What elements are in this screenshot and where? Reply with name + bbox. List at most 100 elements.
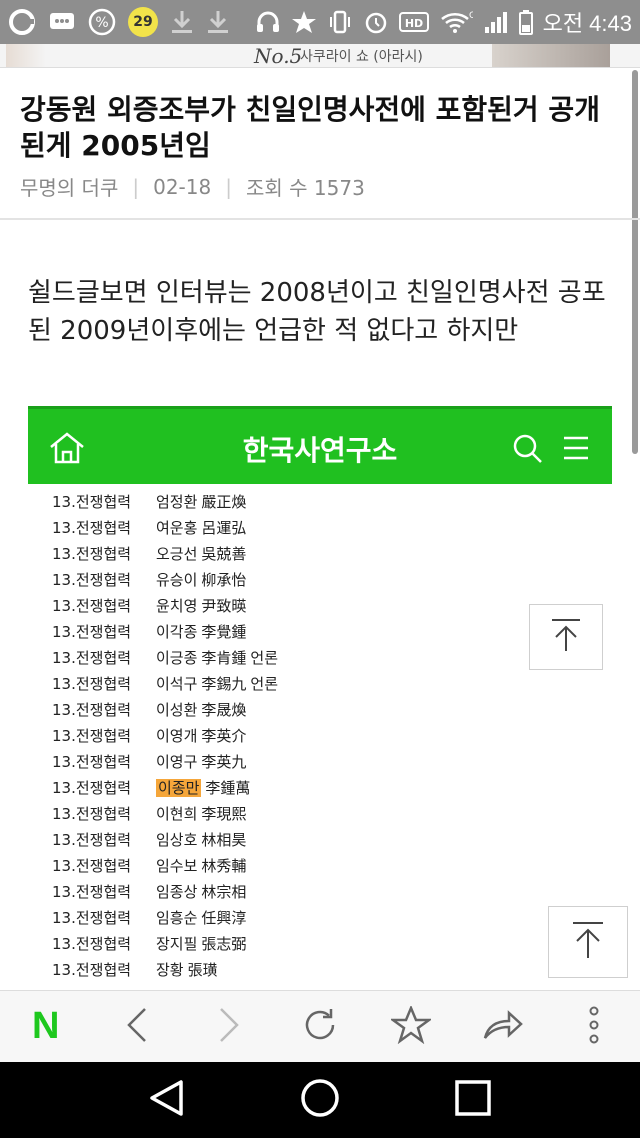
square-recents-icon bbox=[453, 1078, 493, 1122]
share-button[interactable] bbox=[473, 997, 533, 1057]
person-name: 오긍선 bbox=[156, 543, 197, 564]
arrow-up-icon bbox=[550, 617, 582, 657]
forward-button[interactable] bbox=[199, 997, 259, 1057]
ad-text: 사쿠라이 쇼 (아라시) bbox=[300, 49, 423, 65]
category-label: 13.전쟁협력 bbox=[52, 492, 132, 511]
back-button[interactable] bbox=[107, 997, 167, 1057]
person-name: 엄정환 bbox=[156, 491, 197, 512]
hanja-name: 尹致暎 bbox=[201, 596, 247, 615]
name-text: 이영구 bbox=[156, 752, 198, 771]
hanja-name: 李覺鍾 bbox=[201, 622, 247, 641]
meta-separator: | bbox=[225, 174, 232, 199]
list-item: 13.전쟁협력 임흥순 任興淳 bbox=[28, 904, 612, 930]
list-item: 13.전쟁협력 여운홍 呂運弘 bbox=[28, 514, 612, 540]
page-scrollbar[interactable] bbox=[632, 70, 638, 454]
person-name: 장황 bbox=[156, 959, 184, 980]
hanja-name: 任興淳 bbox=[201, 908, 247, 927]
category-label: 13.전쟁협력 bbox=[52, 908, 132, 927]
naver-logo: N bbox=[31, 1005, 60, 1047]
category-label: 13.전쟁협력 bbox=[52, 622, 132, 641]
person-name: 이영개 bbox=[156, 725, 197, 746]
name-text: 이각종 bbox=[156, 622, 198, 641]
notification-badge: 29 bbox=[128, 7, 158, 37]
person-name: 임종상 bbox=[156, 881, 197, 902]
category-label: 13.전쟁협력 bbox=[52, 518, 132, 537]
list-item: 13.전쟁협력 유승이 柳承怡 bbox=[28, 566, 612, 592]
article-views: 조회 수 1573 bbox=[245, 176, 365, 200]
circle-home-icon bbox=[299, 1077, 341, 1123]
person-name: 임흥순 bbox=[156, 907, 197, 928]
ad-image bbox=[492, 44, 610, 67]
hanja-name: 呂運弘 bbox=[201, 518, 247, 537]
name-text: 임흥순 bbox=[156, 908, 198, 927]
hanja-name: 李英介 bbox=[201, 726, 247, 745]
hanja-name: 李肯鍾 bbox=[201, 648, 247, 667]
download-icon bbox=[170, 9, 194, 35]
hanja-name: 李鍾萬 bbox=[205, 778, 251, 797]
person-name: 이긍종 bbox=[156, 647, 197, 668]
category-label: 13.전쟁협력 bbox=[52, 752, 132, 771]
hanja-name: 林相昊 bbox=[201, 830, 247, 849]
list-item: 13.전쟁협력 임종상 林宗相 bbox=[28, 878, 612, 904]
header-divider bbox=[0, 218, 640, 220]
message-icon bbox=[48, 10, 76, 34]
hanja-name: 李英九 bbox=[201, 752, 247, 771]
more-button[interactable] bbox=[564, 997, 624, 1057]
category-label: 13.전쟁협력 bbox=[52, 856, 132, 875]
article-date: 02-18 bbox=[153, 174, 212, 199]
vibrate-icon bbox=[327, 9, 353, 35]
bookmark-button[interactable] bbox=[381, 997, 441, 1057]
svg-text:HD: HD bbox=[404, 17, 422, 30]
star-icon bbox=[291, 9, 317, 35]
list-item: 13.전쟁협력 임수보 林秀輔 bbox=[28, 852, 612, 878]
name-text: 장황 bbox=[156, 960, 184, 979]
wifi-icon: G bbox=[439, 9, 473, 35]
nav-back-button[interactable] bbox=[137, 1070, 197, 1130]
refresh-button[interactable] bbox=[290, 997, 350, 1057]
svg-text:%: % bbox=[95, 15, 108, 31]
category-label: 13.전쟁협력 bbox=[52, 726, 132, 745]
hd-icon: HD bbox=[398, 11, 429, 33]
scroll-top-button[interactable] bbox=[548, 906, 628, 978]
status-bar: % 29 HD G 오전 4:43 bbox=[0, 0, 640, 44]
list-item: 13.전쟁협력 이현희 李現熙 bbox=[28, 800, 612, 826]
article-author[interactable]: 무명의 더쿠 bbox=[20, 172, 118, 201]
category-label: 13.전쟁협력 bbox=[52, 830, 132, 849]
ad-banner[interactable]: No.5 사쿠라이 쇼 (아라시) bbox=[0, 44, 640, 68]
percent-icon: % bbox=[88, 8, 116, 36]
more-icon bbox=[587, 1006, 601, 1048]
browser-toolbar: N bbox=[0, 990, 640, 1062]
field-label: 언론 bbox=[250, 648, 279, 667]
scroll-top-button[interactable] bbox=[529, 604, 603, 670]
search-icon bbox=[512, 433, 544, 469]
list-item: 13.전쟁협력 이성환 李晟煥 bbox=[28, 696, 612, 722]
hanja-name: 林宗相 bbox=[201, 882, 247, 901]
article-meta: 무명의 더쿠 | 02-18 | 조회 수 1573 bbox=[20, 172, 365, 201]
list-item: 13.전쟁협력 이종만 李鍾萬 bbox=[28, 774, 612, 800]
person-name: 이현희 bbox=[156, 803, 197, 824]
list-item: 13.전쟁협력 이긍종 李肯鍾 언론 bbox=[28, 644, 612, 670]
category-label: 13.전쟁협력 bbox=[52, 934, 132, 953]
network-type-label: G bbox=[469, 11, 473, 21]
embed-header: 한국사연구소 bbox=[28, 406, 612, 484]
article-title: 강동원 외증조부가 친일인명사전에 포함된거 공개된게 2005년임 bbox=[20, 93, 600, 162]
list-item: 13.전쟁협력 윤치영 尹致暎 bbox=[28, 592, 612, 618]
list-item: 13.전쟁협력 오긍선 吳兢善 bbox=[28, 540, 612, 566]
hanja-name: 吳兢善 bbox=[201, 544, 247, 563]
name-text: 임상호 bbox=[156, 830, 198, 849]
name-text: 이현희 bbox=[156, 804, 198, 823]
name-text: 이영개 bbox=[156, 726, 198, 745]
naver-home-button[interactable]: N bbox=[16, 997, 76, 1057]
list-item: 13.전쟁협력 이영구 李英九 bbox=[28, 748, 612, 774]
star-icon bbox=[389, 1004, 434, 1048]
category-label: 13.전쟁협력 bbox=[52, 596, 132, 615]
alarm-icon bbox=[363, 9, 389, 35]
list-item: 13.전쟁협력 이영개 李英介 bbox=[28, 722, 612, 748]
nav-home-button[interactable] bbox=[290, 1070, 350, 1130]
meta-separator: | bbox=[132, 174, 140, 199]
field-label: 언론 bbox=[250, 674, 279, 693]
person-name: 유승이 bbox=[156, 569, 197, 590]
name-text: 엄정환 bbox=[156, 492, 198, 511]
nav-recents-button[interactable] bbox=[443, 1070, 503, 1130]
category-label: 13.전쟁협력 bbox=[52, 674, 132, 693]
